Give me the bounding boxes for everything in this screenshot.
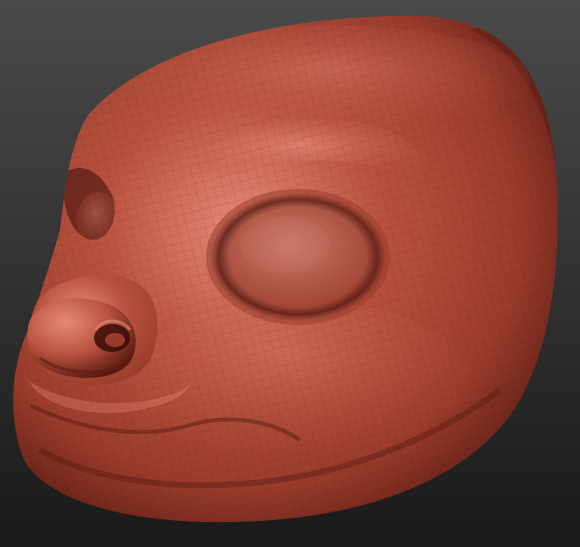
eye-socket	[206, 189, 390, 325]
sculpt-viewport[interactable]	[0, 0, 580, 547]
nostril-inner	[105, 333, 125, 347]
eye-socket-sheen	[240, 217, 330, 273]
sculpt-canvas	[0, 0, 580, 547]
